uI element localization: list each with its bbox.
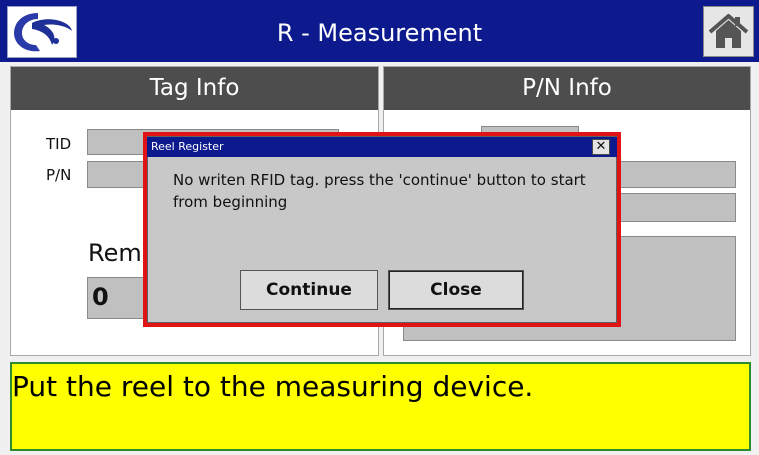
- close-button[interactable]: Close: [388, 270, 524, 310]
- close-icon: ✕: [595, 139, 607, 154]
- pn-label: P/N: [46, 166, 72, 184]
- page-title: R - Measurement: [276, 19, 483, 47]
- dialog-title: Reel Register: [151, 140, 224, 153]
- dialog-close-button[interactable]: ✕: [592, 139, 610, 155]
- reel-register-dialog: [147, 136, 617, 323]
- continue-button[interactable]: Continue: [240, 270, 378, 310]
- pn-info-heading: P/N Info: [384, 67, 750, 110]
- home-button[interactable]: [703, 6, 754, 57]
- dialog-message: No writen RFID tag. press the 'continue'…: [173, 171, 586, 211]
- status-message-text: Put the reel to the measuring device.: [12, 370, 534, 403]
- tid-label: TID: [46, 135, 72, 153]
- home-icon: [708, 14, 749, 48]
- tag-info-heading: Tag Info: [11, 67, 378, 110]
